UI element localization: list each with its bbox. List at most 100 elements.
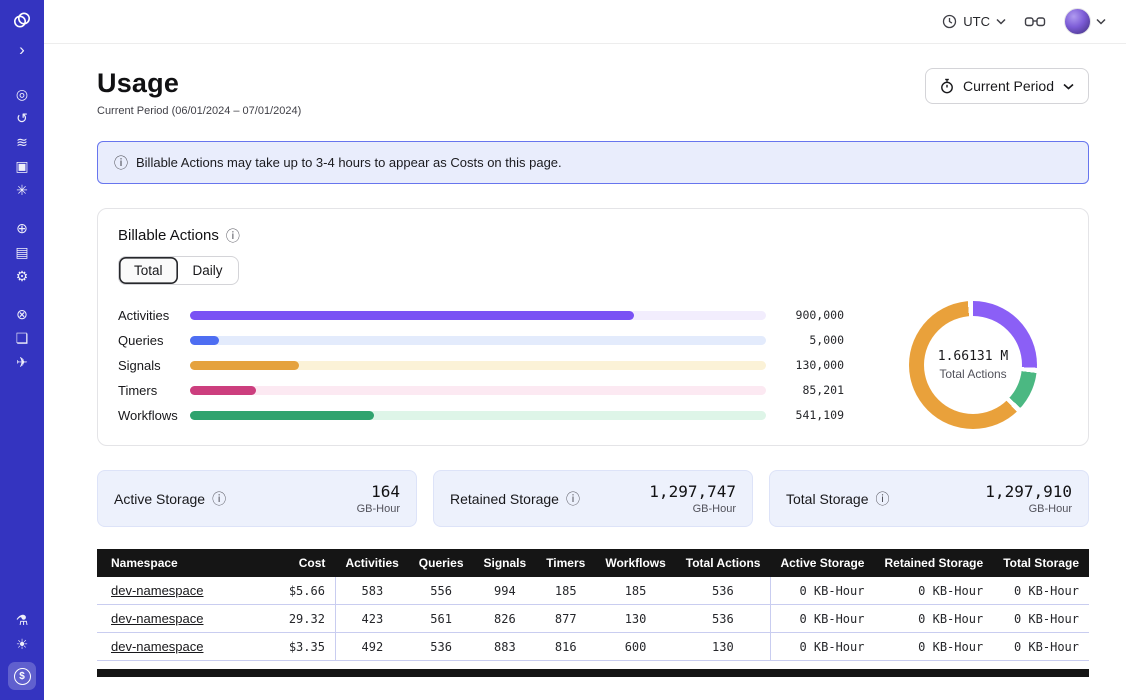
docs-icon[interactable]: ❏	[0, 326, 44, 350]
bar-value: 85,201	[780, 383, 844, 397]
column-header-activities: Activities	[335, 549, 408, 577]
table-row: dev-namespace29.324235618268771305360 KB…	[97, 605, 1089, 633]
timers-bar-track	[190, 386, 766, 395]
table-cell: 877	[536, 605, 595, 633]
table-cell: 536	[409, 633, 474, 661]
billable-actions-info-banner: ⓘ Billable Actions may take up to 3-4 ho…	[97, 141, 1089, 184]
retained-storage-label: Retained Storage	[450, 491, 559, 507]
namespace-link[interactable]: dev-namespace	[111, 611, 204, 626]
timers-bar-fill	[190, 386, 256, 395]
billing-icon[interactable]: ▤	[0, 240, 44, 264]
table-cell: 994	[474, 577, 537, 605]
info-icon[interactable]: ⓘ	[876, 492, 890, 506]
stack-icon[interactable]: ≋	[0, 130, 44, 154]
current-period-subtitle: Current Period (06/01/2024 – 07/01/2024)	[97, 105, 301, 117]
table-cell: 0 KB-Hour	[770, 577, 874, 605]
column-header-signals: Signals	[474, 549, 537, 577]
timezone-label: UTC	[963, 14, 990, 29]
labs-icon[interactable]: ⚗	[0, 608, 44, 632]
temporal-logo[interactable]	[0, 8, 44, 32]
sidebar-bottom: ⚗☀	[0, 608, 44, 656]
table-cell: 826	[474, 605, 537, 633]
usage-billing-icon[interactable]: $	[8, 662, 36, 690]
queries-bar-fill	[190, 336, 219, 345]
support-icon[interactable]: ✈	[0, 350, 44, 374]
retained-storage-value: 1,297,747	[649, 482, 736, 501]
bar-chart: Activities900,000Queries5,000Signals130,…	[118, 303, 844, 428]
bar-value: 130,000	[780, 358, 844, 372]
info-icon[interactable]: ⓘ	[566, 492, 580, 506]
table-cell: 536	[676, 577, 771, 605]
timezone-selector[interactable]: UTC	[942, 14, 1006, 29]
column-header-active-storage: Active Storage	[770, 549, 874, 577]
bar-label: Workflows	[118, 408, 190, 423]
retained-storage-card: Retained Storage ⓘ 1,297,747 GB-Hour	[433, 470, 753, 527]
table-cell: 185	[536, 577, 595, 605]
clock-icon	[942, 14, 957, 29]
bar-row-workflows: Workflows541,109	[118, 403, 844, 428]
signals-bar-fill	[190, 361, 299, 370]
account-menu[interactable]	[1064, 8, 1106, 35]
chevron-down-icon	[996, 18, 1006, 25]
bar-value: 5,000	[780, 333, 844, 347]
deployments-icon[interactable]: ▣	[0, 154, 44, 178]
table-cell: 29.32	[263, 605, 336, 633]
table-cell: 423	[335, 605, 408, 633]
theme-icon[interactable]: ☀	[0, 632, 44, 656]
table-cell: 130	[595, 605, 675, 633]
chevron-down-icon	[1096, 18, 1106, 25]
bar-row-queries: Queries 5,000	[118, 328, 844, 353]
queries-bar-track	[190, 336, 766, 345]
glasses-icon[interactable]	[1024, 15, 1046, 29]
active-storage-label: Active Storage	[114, 491, 205, 507]
table-cell: 0 KB-Hour	[874, 577, 993, 605]
info-icon[interactable]: ⓘ	[226, 229, 240, 243]
content: Usage Current Period (06/01/2024 – 07/01…	[44, 44, 1126, 700]
billable-actions-tabs: Total Daily	[118, 256, 239, 285]
integrations-icon[interactable]: ⊗	[0, 302, 44, 326]
retained-storage-unit: GB-Hour	[649, 503, 736, 515]
history-icon[interactable]: ↺	[0, 106, 44, 130]
active-storage-card: Active Storage ⓘ 164 GB-Hour	[97, 470, 417, 527]
donut-ring: 1.66131 M Total Actions	[909, 301, 1037, 429]
namespace-link[interactable]: dev-namespace	[111, 583, 204, 598]
table-cell: 0 KB-Hour	[770, 633, 874, 661]
table-cell: $3.35	[263, 633, 336, 661]
column-header-workflows: Workflows	[595, 549, 675, 577]
tab-total[interactable]: Total	[119, 257, 178, 284]
namespace-usage-table: NamespaceCostActivitiesQueriesSignalsTim…	[97, 549, 1089, 677]
globe-icon[interactable]: ⊕	[0, 216, 44, 240]
avatar	[1064, 8, 1091, 35]
topbar: UTC	[44, 0, 1126, 44]
period-selector-button[interactable]: Current Period	[925, 68, 1089, 104]
activities-bar-fill	[190, 311, 634, 320]
collapse-sidebar-icon[interactable]: ›	[0, 38, 44, 62]
namespace-cell: dev-namespace	[97, 577, 263, 605]
table-row: dev-namespace$5.665835569941851855360 KB…	[97, 577, 1089, 605]
table-cell: 0 KB-Hour	[874, 633, 993, 661]
namespaces-icon[interactable]: ◎	[0, 82, 44, 106]
info-icon[interactable]: ⓘ	[212, 492, 226, 506]
bar-value: 900,000	[780, 308, 844, 322]
bar-label: Signals	[118, 358, 190, 373]
settings-icon[interactable]: ⚙	[0, 264, 44, 288]
total-storage-card: Total Storage ⓘ 1,297,910 GB-Hour	[769, 470, 1089, 527]
namespace-link[interactable]: dev-namespace	[111, 639, 204, 654]
table-cell: 185	[595, 577, 675, 605]
column-header-retained-storage: Retained Storage	[874, 549, 993, 577]
tab-daily[interactable]: Daily	[178, 257, 238, 284]
nexus-icon[interactable]: ✳	[0, 178, 44, 202]
storage-summary-row: Active Storage ⓘ 164 GB-Hour Retained St…	[97, 470, 1089, 527]
billable-actions-title: Billable Actions	[118, 227, 219, 244]
table-cell: 130	[676, 633, 771, 661]
main-area: UTC Usage Current Period (06/01/2024 – 0…	[44, 0, 1126, 700]
total-actions-label: Total Actions	[939, 367, 1006, 381]
column-header-total-actions: Total Actions	[676, 549, 771, 577]
activities-bar-track	[190, 311, 766, 320]
sidebar-nav-groups: ◎↺≋▣✳ ⊕▤⚙ ⊗❏✈	[0, 68, 44, 374]
period-button-label: Current Period	[963, 78, 1054, 94]
signals-bar-track	[190, 361, 766, 370]
donut-chart: 1.66131 M Total Actions	[878, 301, 1068, 429]
total-actions-value: 1.66131 M	[938, 349, 1008, 364]
bar-label: Queries	[118, 333, 190, 348]
